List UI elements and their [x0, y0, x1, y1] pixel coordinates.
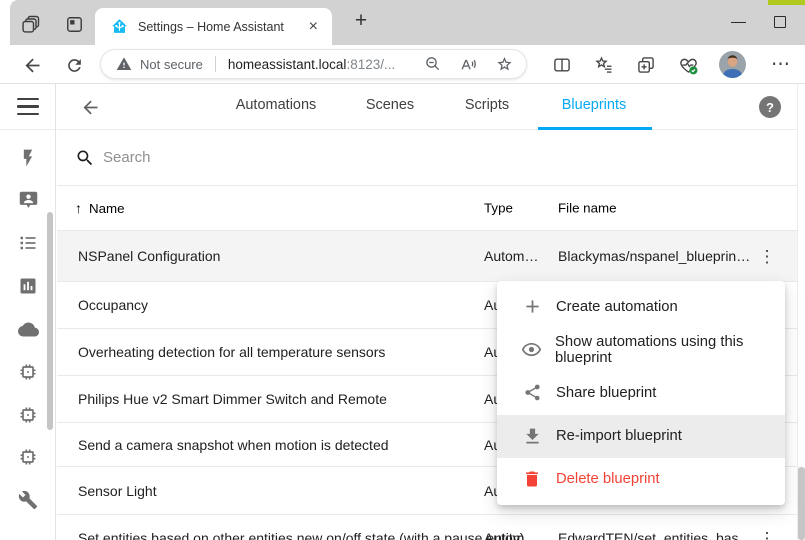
window-minimize-button[interactable] [724, 10, 752, 34]
browser-essentials-icon[interactable] [675, 52, 701, 78]
sidebar-menu-icon[interactable] [17, 98, 39, 115]
warning-icon[interactable] [116, 56, 132, 72]
search-input[interactable] [103, 149, 503, 166]
cell-file-name: Blackymas/nspanel_blueprin… [558, 248, 750, 264]
sidebar-scrollbar[interactable] [47, 212, 53, 430]
address-bar[interactable]: Not secure homeassistant.local:8123/... [100, 49, 527, 79]
sidebar [0, 84, 56, 540]
sidebar-item-developer-tools[interactable] [17, 489, 39, 511]
column-header-file-name[interactable]: File name [558, 201, 617, 216]
table-row-nspanel-configuration[interactable]: NSPanel Configuration Autom… Blackymas/n… [57, 231, 797, 282]
column-header-type[interactable]: Type [484, 201, 513, 216]
security-label: Not secure [140, 57, 203, 72]
workspaces-icon[interactable] [20, 13, 42, 35]
split-screen-icon[interactable] [549, 52, 575, 78]
sidebar-item-cloud[interactable] [17, 318, 39, 340]
more-menu-icon[interactable]: ⋯ [766, 50, 796, 78]
sidebar-item-energy[interactable] [17, 147, 39, 169]
table-header: ↑ Name Type File name [57, 186, 797, 231]
sidebar-item-device-2[interactable] [17, 404, 39, 426]
menu-item-reimport-blueprint[interactable]: Re-import blueprint [497, 415, 785, 458]
column-header-name[interactable]: ↑ Name [75, 200, 125, 216]
cell-name: NSPanel Configuration [78, 248, 220, 264]
search-bar [57, 130, 797, 186]
menu-item-show-automations[interactable]: Show automations using this blueprint [497, 328, 785, 371]
download-icon [521, 425, 543, 447]
plus-icon [521, 296, 543, 318]
trash-icon [521, 468, 543, 490]
sidebar-item-device-3[interactable] [17, 446, 39, 468]
browser-tab-settings-home-assistant[interactable]: Settings – Home Assistant × [95, 8, 332, 45]
browser-window: Settings – Home Assistant × + Not secur [0, 0, 805, 540]
row-overflow-icon[interactable]: ⋮ [756, 243, 778, 269]
cell-name: Send a camera snapshot when motion is de… [78, 437, 389, 453]
cell-name: Sensor Light [78, 483, 157, 499]
new-tab-button[interactable]: + [348, 7, 374, 35]
tab-blueprints[interactable]: Blueprints [562, 97, 626, 113]
cell-file-name: EdwardTEN/set_entities_bas… [558, 530, 753, 540]
collections-icon[interactable] [633, 52, 659, 78]
tab-automations[interactable]: Automations [236, 97, 317, 113]
cell-type: Autom… [484, 530, 538, 540]
sidebar-item-device-1[interactable] [17, 361, 39, 383]
cell-name: Overheating detection for all temperatur… [78, 344, 385, 360]
browser-toolbar: Not secure homeassistant.local:8123/... [0, 45, 805, 84]
sidebar-item-history[interactable] [17, 275, 39, 297]
url-host: homeassistant.local [228, 57, 347, 72]
menu-item-label: Show automations using this blueprint [555, 334, 785, 366]
address-divider [215, 56, 216, 72]
share-icon [521, 382, 543, 404]
menu-item-label: Re-import blueprint [556, 428, 682, 444]
sort-asc-icon: ↑ [75, 200, 82, 216]
back-icon[interactable] [19, 52, 45, 78]
desktop-background-sliver [768, 0, 805, 5]
window-maximize-button[interactable] [766, 10, 794, 34]
favorite-star-icon[interactable] [495, 55, 514, 74]
menu-item-label: Share blueprint [556, 385, 656, 401]
refresh-icon[interactable] [61, 52, 87, 78]
eye-icon [521, 339, 542, 361]
menu-item-share-blueprint[interactable]: Share blueprint [497, 371, 785, 414]
favorites-hub-icon[interactable] [591, 52, 617, 78]
url-text[interactable]: homeassistant.local:8123/... [228, 57, 395, 72]
menu-item-label: Create automation [556, 299, 678, 315]
tab-scenes[interactable]: Scenes [366, 97, 414, 113]
help-icon[interactable]: ? [759, 96, 781, 118]
row-overflow-icon[interactable]: ⋮ [756, 525, 778, 540]
profile-avatar[interactable] [719, 51, 746, 78]
search-icon [75, 148, 95, 168]
cell-type: Autom… [484, 248, 538, 264]
menu-item-label: Delete blueprint [556, 471, 660, 487]
tab-actions-icon[interactable] [63, 13, 85, 35]
url-path: :8123/... [346, 57, 395, 72]
tab-scripts[interactable]: Scripts [465, 97, 509, 113]
table-row-set-entities[interactable]: Set entities based on other entities new… [57, 515, 797, 540]
home-assistant-favicon [111, 18, 128, 35]
ha-back-icon[interactable] [78, 95, 102, 119]
tab-title: Settings – Home Assistant [138, 20, 301, 34]
tab-close-icon[interactable]: × [307, 18, 320, 36]
cell-name: Occupancy [78, 297, 148, 313]
read-aloud-icon[interactable] [459, 55, 478, 74]
content-scrollbar[interactable] [798, 467, 805, 540]
settings-header: Automations Scenes Scripts Blueprints ? [57, 84, 797, 130]
cell-name: Philips Hue v2 Smart Dimmer Switch and R… [78, 391, 387, 407]
sidebar-item-assist[interactable] [17, 189, 39, 211]
zoom-out-icon[interactable] [424, 55, 442, 73]
blueprint-context-menu: Create automation Show automations using… [497, 281, 785, 505]
column-name-label: Name [89, 201, 125, 216]
menu-item-create-automation[interactable]: Create automation [497, 285, 785, 328]
menu-item-delete-blueprint[interactable]: Delete blueprint [497, 458, 785, 501]
cell-name: Set entities based on other entities new… [78, 530, 524, 540]
sidebar-item-todo-lists[interactable] [17, 232, 39, 254]
browser-tab-bar: Settings – Home Assistant × + [10, 0, 805, 45]
